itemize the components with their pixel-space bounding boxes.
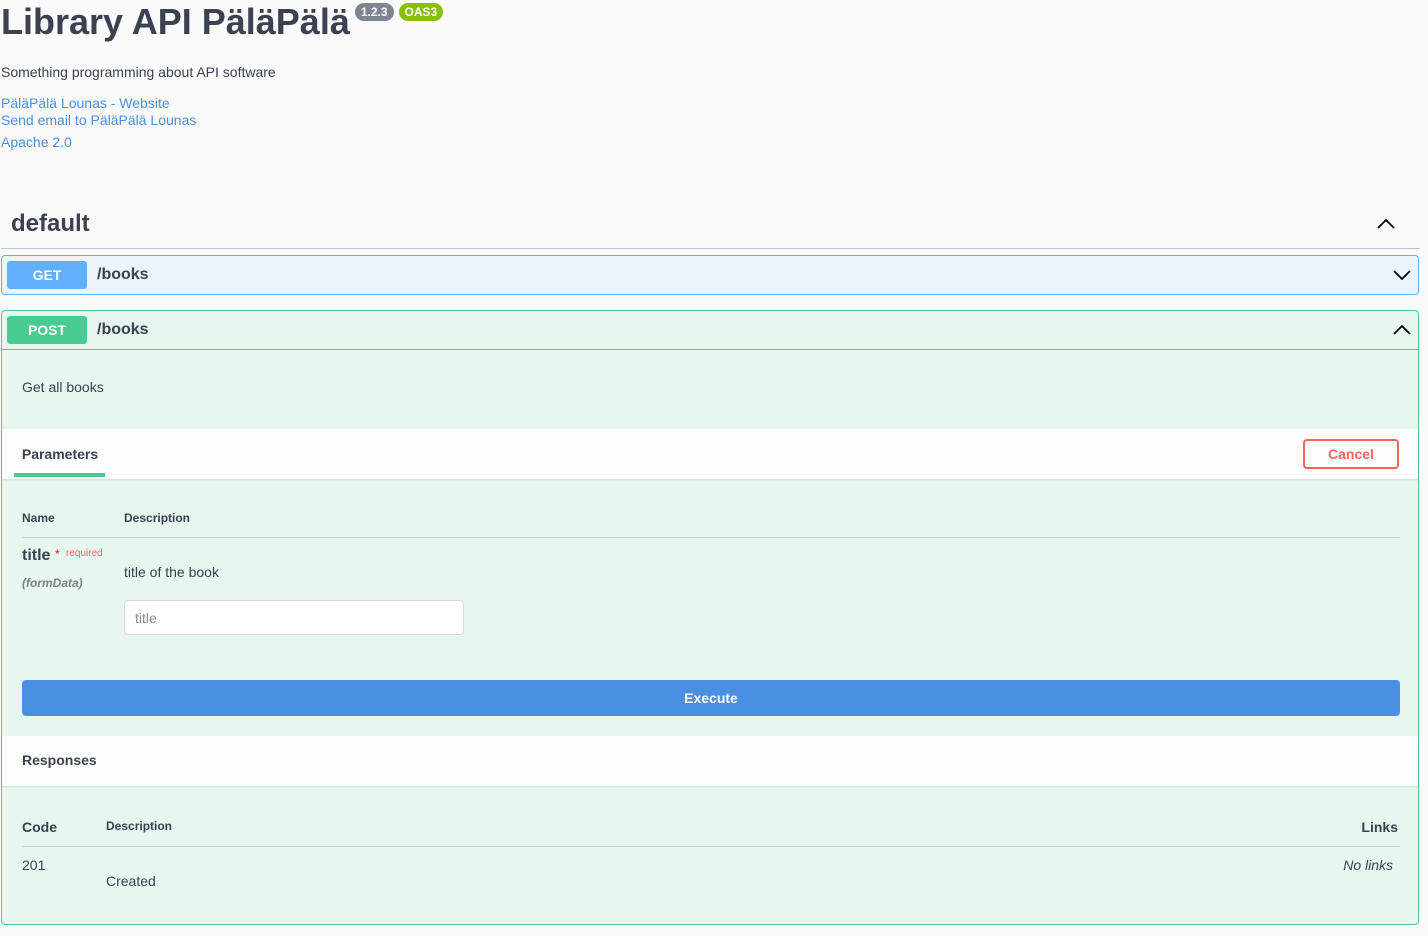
- column-header-name: Name: [22, 511, 55, 525]
- license-link[interactable]: Apache 2.0: [1, 134, 72, 150]
- responses-title: Responses: [22, 752, 97, 768]
- column-header-description: Description: [106, 819, 173, 833]
- divider: [22, 846, 1400, 847]
- required-star: *: [55, 547, 60, 561]
- chevron-down-icon[interactable]: [1392, 265, 1412, 285]
- operation-path: /books: [97, 266, 149, 283]
- info-header: Library API PäläPälä 1.2.3 OAS3: [1, 0, 444, 44]
- execute-button[interactable]: Execute: [22, 680, 1400, 716]
- method-badge: GET: [7, 261, 87, 289]
- required-label: required: [66, 548, 103, 559]
- tab-parameters[interactable]: Parameters: [14, 429, 106, 479]
- response-code: 201: [22, 857, 46, 873]
- column-header-links: Links: [1361, 819, 1398, 835]
- title-input[interactable]: [124, 600, 464, 635]
- oas-badge: OAS3: [398, 3, 444, 21]
- cancel-button[interactable]: Cancel: [1303, 439, 1399, 469]
- email-link[interactable]: Send email to PäläPälä Lounas: [1, 112, 196, 128]
- operation-get-books: GET /books: [1, 255, 1419, 295]
- operation-summary[interactable]: POST /books: [2, 311, 1418, 349]
- column-header-description: Description: [124, 511, 191, 525]
- response-description: Created: [106, 873, 156, 889]
- chevron-up-icon[interactable]: [1376, 214, 1396, 234]
- param-description: title of the book: [124, 564, 219, 580]
- param-name: title: [22, 547, 51, 564]
- operation-description: Get all books: [22, 379, 104, 395]
- param-location: (formData): [22, 576, 83, 590]
- version-badge: 1.2.3: [354, 3, 394, 21]
- method-badge: POST: [7, 316, 87, 344]
- divider: [2, 349, 1418, 350]
- operation-summary[interactable]: GET /books: [2, 256, 1418, 294]
- api-title: Library API PäläPälä: [1, 1, 350, 42]
- tab-underline: [14, 473, 105, 477]
- api-description: Something programming about API software: [1, 64, 276, 80]
- responses-bar: Responses: [2, 736, 1418, 786]
- response-links: No links: [1343, 857, 1393, 873]
- operation-post-books: POST /books Get all books Parameters Can…: [1, 310, 1419, 925]
- parameters-bar: Parameters Cancel: [2, 429, 1418, 479]
- divider: [22, 537, 1400, 538]
- website-link[interactable]: PäläPälä Lounas - Website: [1, 95, 170, 111]
- column-header-code: Code: [22, 819, 57, 835]
- section-default-header[interactable]: default: [1, 200, 1420, 249]
- operation-path: /books: [97, 321, 149, 338]
- section-title: default: [11, 210, 90, 237]
- chevron-up-icon[interactable]: [1392, 320, 1412, 340]
